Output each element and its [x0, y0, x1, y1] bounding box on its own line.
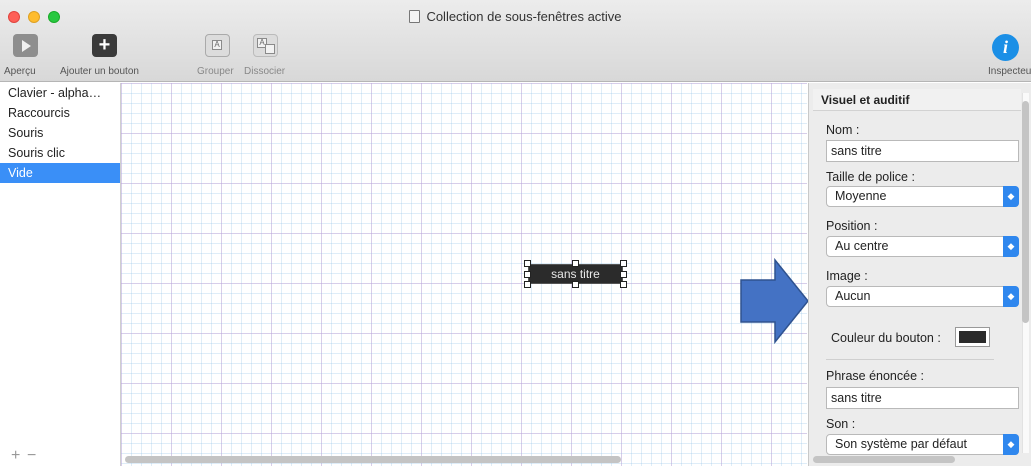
- vertical-scrollbar-thumb[interactable]: [1022, 101, 1029, 323]
- sidebar-item-clavier[interactable]: Clavier - alpha…: [0, 83, 120, 103]
- apercu-button[interactable]: [13, 34, 38, 57]
- resize-handle[interactable]: [620, 271, 627, 278]
- color-swatch-fill: [959, 331, 986, 343]
- phrase-enoncee-label: Phrase énoncée :: [826, 369, 924, 383]
- add-item-button[interactable]: +: [11, 447, 20, 465]
- sidebar-item-vide[interactable]: Vide: [0, 163, 120, 183]
- dissocier-button[interactable]: A: [253, 34, 278, 57]
- ungroup-icon-part: [265, 44, 275, 54]
- inspector-section-header: Visuel et auditif: [813, 89, 1021, 111]
- inspecteur-label: Inspecteur: [988, 66, 1031, 77]
- window-title-text: Collection de sous-fenêtres active: [426, 9, 622, 24]
- ajouter-bouton-button[interactable]: +: [92, 34, 117, 57]
- grouper-button[interactable]: A: [205, 34, 230, 57]
- resize-handle[interactable]: [524, 271, 531, 278]
- resize-handle[interactable]: [572, 260, 579, 267]
- taille-police-label: Taille de police :: [826, 170, 915, 184]
- window-title: Collection de sous-fenêtres active: [0, 9, 1031, 24]
- couleur-bouton-label: Couleur du bouton :: [831, 331, 941, 345]
- resize-handle[interactable]: [620, 281, 627, 288]
- chevron-updown-icon: ◆: [1003, 186, 1019, 207]
- group-icon: A: [212, 40, 222, 50]
- inspector-horizontal-scrollbar[interactable]: [813, 456, 955, 463]
- position-select[interactable]: Au centre ◆: [826, 236, 1019, 257]
- chevron-updown-icon: ◆: [1003, 434, 1019, 455]
- taille-police-select[interactable]: Moyenne ◆: [826, 186, 1019, 207]
- remove-item-button[interactable]: −: [27, 447, 36, 465]
- nom-field[interactable]: sans titre: [826, 140, 1019, 162]
- title-bar: Collection de sous-fenêtres active Aperç…: [0, 0, 1031, 82]
- inspector-panel: Visuel et auditif Nom : sans titre Taill…: [808, 83, 1031, 466]
- document-icon: [409, 10, 421, 23]
- son-value: Son système par défaut: [835, 437, 968, 451]
- resize-handle[interactable]: [572, 281, 579, 288]
- apercu-label: Aperçu: [4, 66, 36, 77]
- sidebar: Clavier - alpha… Raccourcis Souris Souri…: [0, 83, 121, 466]
- horizontal-scrollbar[interactable]: [125, 456, 621, 463]
- sidebar-item-raccourcis[interactable]: Raccourcis: [0, 103, 120, 123]
- taille-police-value: Moyenne: [835, 189, 887, 203]
- resize-handle[interactable]: [524, 260, 531, 267]
- app-window: Collection de sous-fenêtres active Aperç…: [0, 0, 1031, 466]
- resize-handle[interactable]: [524, 281, 531, 288]
- image-label: Image :: [826, 269, 868, 283]
- divider: [826, 359, 994, 360]
- phrase-enoncee-field[interactable]: sans titre: [826, 387, 1019, 409]
- plus-icon: +: [98, 34, 111, 56]
- position-label: Position :: [826, 219, 878, 233]
- info-icon[interactable]: i: [992, 34, 1019, 61]
- chevron-updown-icon: ◆: [1003, 286, 1019, 307]
- son-label: Son :: [826, 417, 856, 431]
- image-select[interactable]: Aucun ◆: [826, 286, 1019, 307]
- sidebar-item-souris-clic[interactable]: Souris clic: [0, 143, 120, 163]
- resize-handle[interactable]: [620, 260, 627, 267]
- position-value: Au centre: [835, 239, 889, 253]
- sidebar-item-souris[interactable]: Souris: [0, 123, 120, 143]
- canvas-grid[interactable]: sans titre: [121, 83, 807, 466]
- image-value: Aucun: [835, 289, 871, 303]
- nom-label: Nom :: [826, 123, 860, 137]
- chevron-updown-icon: ◆: [1003, 236, 1019, 257]
- right-arrow-icon: [740, 258, 809, 344]
- couleur-bouton-well[interactable]: [955, 327, 990, 347]
- ajouter-bouton-label: Ajouter un bouton: [60, 66, 139, 77]
- dissocier-label: Dissocier: [244, 66, 286, 77]
- grouper-label: Grouper: [197, 66, 234, 77]
- son-select[interactable]: Son système par défaut ◆: [826, 434, 1019, 455]
